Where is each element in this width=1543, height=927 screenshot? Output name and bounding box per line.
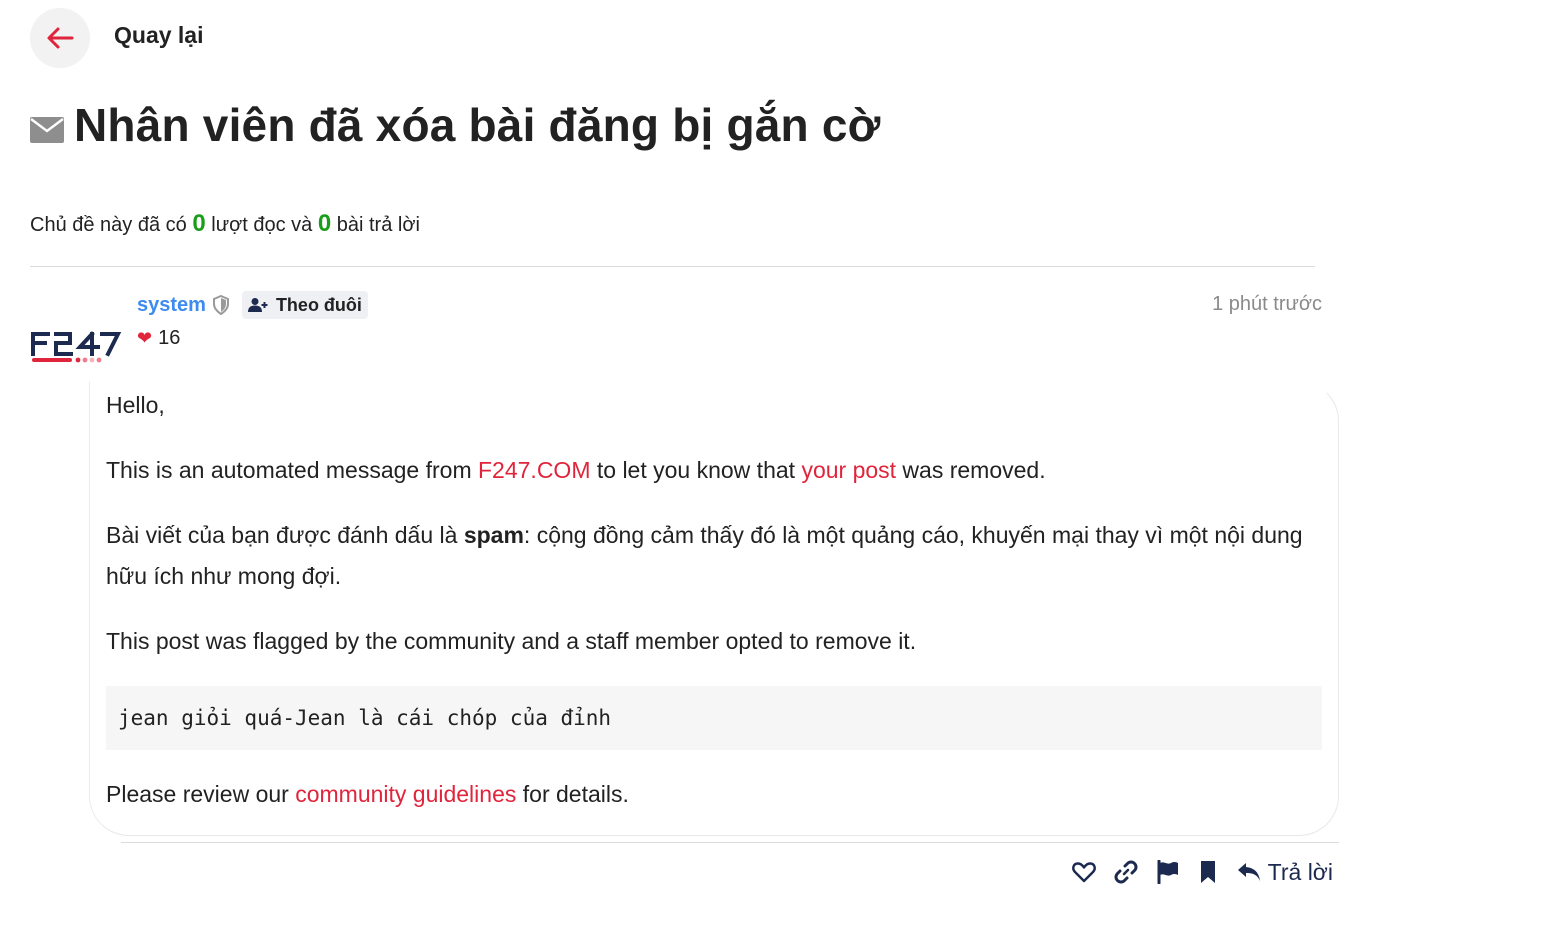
back-button[interactable]: [30, 8, 90, 68]
user-plus-icon: [247, 298, 268, 312]
bookmark-icon: [1200, 861, 1215, 883]
your-post-link[interactable]: your post: [801, 457, 896, 483]
p4-text-a: Please review our: [106, 781, 296, 807]
flag-icon: [1157, 860, 1178, 884]
avatar[interactable]: [30, 330, 122, 366]
p1-text-a: This is an automated message from: [106, 457, 478, 483]
follow-label: Theo đuôi: [275, 294, 362, 315]
reply-button[interactable]: Trả lời: [1236, 859, 1333, 886]
post-paragraph-4: Please review our community guidelines f…: [106, 774, 1322, 815]
likes-count: 16: [158, 327, 181, 349]
heart-icon: ❤: [137, 328, 153, 348]
stats-suffix: bài trả lời: [336, 214, 420, 236]
flag-button[interactable]: [1156, 860, 1180, 884]
link-icon: [1114, 860, 1138, 884]
site-link[interactable]: F247.COM: [478, 457, 590, 483]
stats-middle: lượt đọc và: [211, 214, 313, 236]
envelope-icon: [30, 117, 64, 143]
code-text: jean giỏi quá-Jean là cái chóp của đỉnh: [118, 705, 612, 730]
reply-icon: [1237, 863, 1260, 881]
follow-button[interactable]: Theo đuôi: [241, 291, 368, 319]
heart-icon: [1071, 862, 1096, 883]
p2-text-a: Bài viết của bạn được đánh dấu là: [106, 522, 464, 548]
post-body: Hello, This is an automated message from…: [106, 385, 1322, 839]
guidelines-link[interactable]: community guidelines: [295, 781, 516, 807]
like-button[interactable]: [1071, 861, 1096, 883]
post-actions: Trả lời: [1054, 857, 1333, 887]
views-count: 0: [192, 210, 206, 237]
page-title: Nhân viên đã xóa bài đăng bị gắn cờ: [74, 99, 881, 151]
p1-text-b: to let you know that: [590, 457, 802, 483]
author-name[interactable]: system: [137, 294, 206, 317]
post-paragraph-3: This post was flagged by the community a…: [106, 628, 917, 654]
post-greeting: Hello,: [106, 392, 165, 418]
shield-icon: [212, 295, 229, 315]
p4-text-b: for details.: [516, 781, 629, 807]
post-paragraph-2: Bài viết của bạn được đánh dấu là spam: …: [106, 515, 1322, 597]
divider: [30, 266, 1315, 267]
back-label[interactable]: Quay lại: [114, 22, 203, 49]
stats-prefix: Chủ đề này đã có: [30, 214, 187, 236]
copy-link-button[interactable]: [1114, 860, 1138, 884]
topic-title-row: Nhân viên đã xóa bài đăng bị gắn cờ: [30, 98, 881, 152]
bookmark-button[interactable]: [1198, 860, 1218, 884]
divider: [121, 842, 1339, 843]
reply-label: Trả lời: [1267, 858, 1333, 885]
likes-row: ❤ 16: [137, 327, 180, 350]
post-author-row: system Theo đuôi: [137, 290, 368, 320]
topic-stats: Chủ đề này đã có 0 lượt đọc và 0 bài trả…: [30, 210, 420, 238]
replies-count: 0: [317, 210, 332, 237]
post-paragraph-1: This is an automated message from F247.C…: [106, 450, 1322, 491]
code-block: jean giỏi quá-Jean là cái chóp của đỉnh: [106, 686, 1322, 750]
p2-bold: spam: [463, 522, 524, 548]
post-time[interactable]: 1 phút trước: [1212, 293, 1322, 316]
p1-text-c: was removed.: [896, 457, 1046, 483]
arrow-left-icon: [47, 27, 74, 49]
